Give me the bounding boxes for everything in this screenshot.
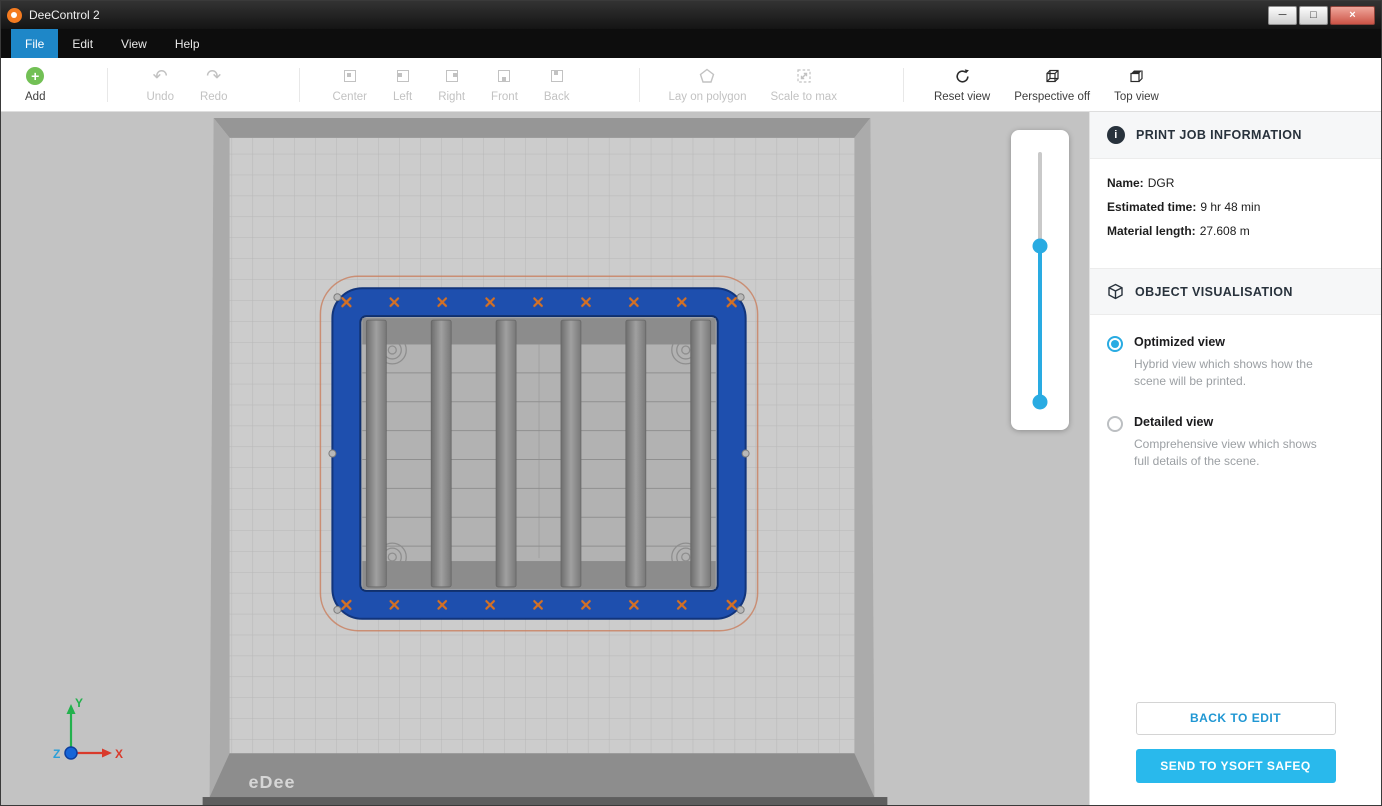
close-button[interactable]: × xyxy=(1330,6,1375,25)
app-icon xyxy=(7,8,22,23)
view-right-icon xyxy=(446,70,458,82)
panel-spacer xyxy=(1090,505,1381,702)
optimized-view-label: Optimized view xyxy=(1134,335,1334,349)
axis-gizmo: Y X Z xyxy=(41,693,125,771)
bed-top-wall xyxy=(214,118,871,138)
view-front-icon xyxy=(498,70,510,82)
cube-icon xyxy=(1107,283,1124,300)
menu-file[interactable]: File xyxy=(11,29,58,58)
toolbar-separator xyxy=(299,68,300,102)
detailed-view-description: Comprehensive view which shows full deta… xyxy=(1134,436,1334,471)
panel-actions: BACK TO EDIT SEND TO YSOFT SAFEQ xyxy=(1090,702,1381,805)
view-back-button[interactable]: Back xyxy=(534,58,580,111)
app-window: DeeControl 2 ─ □ × File Edit View Help +… xyxy=(0,0,1382,806)
perspective-button[interactable]: Perspective off xyxy=(1004,58,1100,111)
print-job-title: PRINT JOB INFORMATION xyxy=(1136,128,1302,142)
print-job-header: i PRINT JOB INFORMATION xyxy=(1090,112,1381,159)
scale-to-max-button[interactable]: Scale to max xyxy=(760,58,846,111)
toolbar: + Add ↶ Undo ↷ Redo Center Left Right Fr… xyxy=(1,58,1381,112)
sidepanel: i PRINT JOB INFORMATION Name:DGR Estimat… xyxy=(1089,112,1381,805)
lay-on-polygon-icon xyxy=(699,68,715,84)
y-axis-label: Y xyxy=(75,696,83,710)
redo-icon: ↷ xyxy=(206,66,221,86)
view-right-button[interactable]: Right xyxy=(428,58,475,111)
view-center-icon xyxy=(344,70,356,82)
layer-range-slider[interactable] xyxy=(1011,130,1069,430)
detailed-view-radio[interactable] xyxy=(1107,416,1123,432)
print-job-info: Name:DGR Estimated time:9 hr 48 min Mate… xyxy=(1090,159,1381,268)
z-axis-dot xyxy=(65,747,77,759)
window-title: DeeControl 2 xyxy=(29,8,100,22)
view-front-button[interactable]: Front xyxy=(481,58,528,111)
toolbar-separator xyxy=(107,68,108,102)
reset-view-icon xyxy=(954,68,971,85)
optimized-view-radio[interactable] xyxy=(1107,336,1123,352)
top-wall-band xyxy=(362,318,715,344)
optimized-view-option[interactable]: Optimized view Hybrid view which shows h… xyxy=(1107,335,1364,391)
menu-edit[interactable]: Edit xyxy=(58,29,107,58)
menu-view[interactable]: View xyxy=(107,29,161,58)
add-icon: + xyxy=(26,67,44,85)
print-bed-scene: eDee xyxy=(1,112,1089,805)
slider-track[interactable] xyxy=(1038,152,1042,408)
material-length-row: Material length:27.608 m xyxy=(1107,224,1364,238)
detailed-view-label: Detailed view xyxy=(1134,415,1334,429)
minimize-button[interactable]: ─ xyxy=(1268,6,1297,25)
info-icon: i xyxy=(1107,126,1125,144)
z-axis-label: Z xyxy=(53,747,60,761)
job-name-row: Name:DGR xyxy=(1107,176,1364,190)
titlebar: DeeControl 2 ─ □ × xyxy=(1,1,1381,29)
viewport-3d[interactable]: eDee xyxy=(1,112,1089,805)
back-to-edit-button[interactable]: BACK TO EDIT xyxy=(1136,702,1336,735)
detailed-view-option[interactable]: Detailed view Comprehensive view which s… xyxy=(1107,415,1364,471)
bottom-wall-band xyxy=(362,561,715,589)
top-view-button[interactable]: Top view xyxy=(1104,58,1169,111)
slider-upper-handle[interactable] xyxy=(1033,239,1048,254)
main-area: eDee xyxy=(1,112,1381,805)
add-button[interactable]: + Add xyxy=(15,58,55,111)
sliced-object[interactable] xyxy=(320,276,757,630)
view-left-button[interactable]: Left xyxy=(383,58,422,111)
view-center-button[interactable]: Center xyxy=(322,58,377,111)
bed-brand-label: eDee xyxy=(249,772,296,792)
redo-button[interactable]: ↷ Redo xyxy=(190,58,238,111)
window-controls: ─ □ × xyxy=(1268,6,1375,25)
lay-on-polygon-button[interactable]: Lay on polygon xyxy=(658,58,756,111)
scale-to-max-icon xyxy=(796,68,812,84)
optimized-view-description: Hybrid view which shows how the scene wi… xyxy=(1134,356,1334,391)
view-left-icon xyxy=(397,70,409,82)
toolbar-separator xyxy=(903,68,904,102)
maximize-button[interactable]: □ xyxy=(1299,6,1328,25)
top-view-icon xyxy=(1128,68,1145,85)
undo-button[interactable]: ↶ Undo xyxy=(136,58,184,111)
visualisation-title: OBJECT VISUALISATION xyxy=(1135,285,1293,299)
view-back-icon xyxy=(551,70,563,82)
perspective-icon xyxy=(1044,68,1061,85)
x-axis-arrow xyxy=(102,749,112,758)
menubar: File Edit View Help xyxy=(1,29,1381,58)
visualisation-options: Optimized view Hybrid view which shows h… xyxy=(1090,315,1381,505)
bed-bottom-wall xyxy=(210,753,875,797)
reset-view-button[interactable]: Reset view xyxy=(924,58,1000,111)
visualisation-header: OBJECT VISUALISATION xyxy=(1090,268,1381,315)
menu-help[interactable]: Help xyxy=(161,29,214,58)
toolbar-separator xyxy=(639,68,640,102)
x-axis-label: X xyxy=(115,747,123,761)
estimated-time-row: Estimated time:9 hr 48 min xyxy=(1107,200,1364,214)
slider-active-range xyxy=(1038,246,1042,402)
send-to-ysoft-safeq-button[interactable]: SEND TO YSOFT SAFEQ xyxy=(1136,749,1336,783)
slider-lower-handle[interactable] xyxy=(1033,395,1048,410)
undo-icon: ↶ xyxy=(153,66,168,86)
